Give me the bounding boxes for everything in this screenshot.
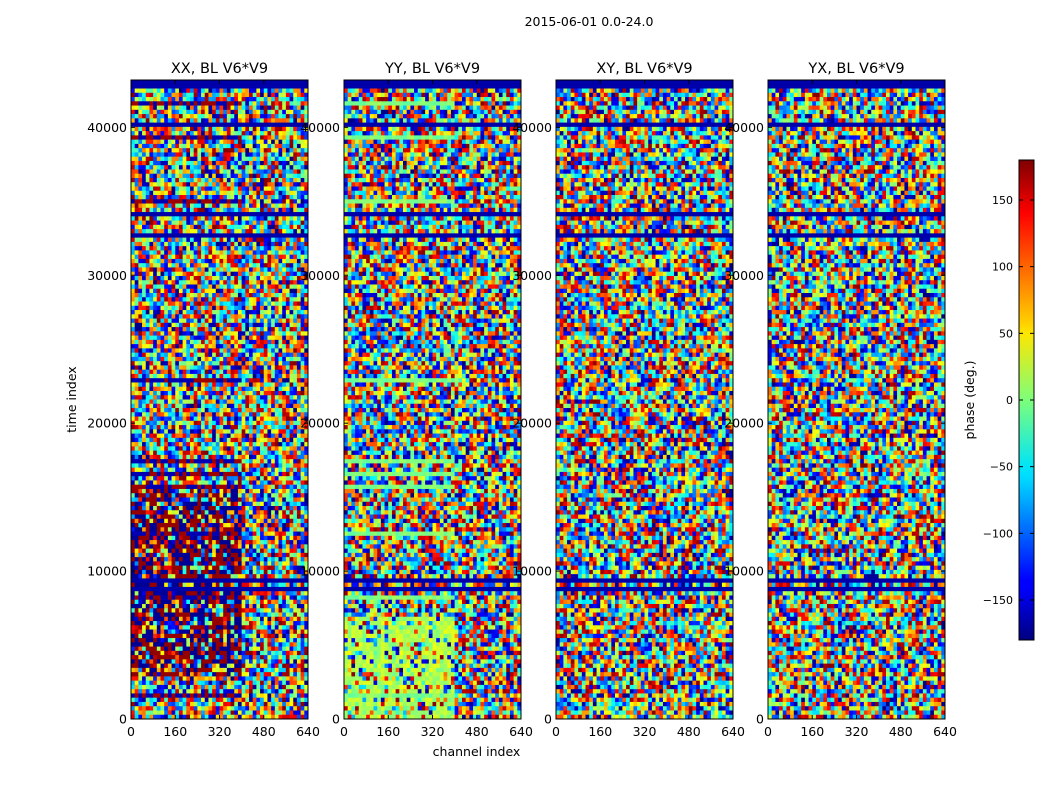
y-axis-label: time index xyxy=(64,366,79,432)
heatmap-panels: XX, BL V6*V9 0 160 320 480 640 0 10000 20000 3000… xyxy=(64,61,957,759)
panel-title: XY, BL V6*V9 xyxy=(596,61,692,77)
panel-title: XX, BL V6*V9 xyxy=(171,61,268,77)
y-tick-label: 40000 xyxy=(87,120,127,135)
y-tick-label: 0 xyxy=(332,712,340,727)
x-tick-label: 0 xyxy=(127,724,135,739)
y-tick-label: 20000 xyxy=(87,416,127,431)
y-tick-label: 30000 xyxy=(724,268,764,283)
y-tick-label: 40000 xyxy=(512,120,552,135)
y-tick-label: 0 xyxy=(756,712,764,727)
x-tick-label: 160 xyxy=(376,724,400,739)
x-tick-label: 640 xyxy=(296,724,320,739)
panel-3: YX, BL V6*V9 0 160 320 480 640 0 10000 20000 3000… xyxy=(724,61,957,739)
panel-title: YX, BL V6*V9 xyxy=(807,61,904,77)
x-tick-label: 0 xyxy=(552,724,560,739)
x-tick-label: 160 xyxy=(588,724,612,739)
x-tick-label: 640 xyxy=(721,724,745,739)
colorbar-tick-label: −100 xyxy=(983,527,1013,540)
y-tick-label: 20000 xyxy=(512,416,552,431)
y-tick-label: 30000 xyxy=(87,268,127,283)
x-tick-label: 640 xyxy=(933,724,957,739)
figure-suptitle: 2015-06-01 0.0-24.0 xyxy=(525,14,654,29)
colorbar-tick-label: 0 xyxy=(1006,394,1013,407)
heatmap-image xyxy=(556,80,734,720)
heatmap-image xyxy=(768,80,946,720)
x-tick-label: 480 xyxy=(465,724,489,739)
colorbar-tick-label: 150 xyxy=(992,194,1013,207)
y-tick-label: 10000 xyxy=(512,564,552,579)
x-tick-label: 160 xyxy=(163,724,187,739)
y-tick-label: 10000 xyxy=(724,564,764,579)
panel-2: XY, BL V6*V9 0 160 320 480 640 0 10000 20000 3000… xyxy=(512,61,745,739)
x-tick-label: 0 xyxy=(340,724,348,739)
x-tick-label: 640 xyxy=(509,724,533,739)
y-tick-label: 20000 xyxy=(724,416,764,431)
x-tick-label: 480 xyxy=(889,724,913,739)
colorbar: 150 100 50 0 −50 −100 −150 phase (deg.) xyxy=(962,159,1035,641)
x-tick-label: 320 xyxy=(633,724,657,739)
y-tick-label: 30000 xyxy=(300,268,340,283)
colorbar-tick-label: 100 xyxy=(992,261,1013,274)
panel-1: YY, BL V6*V9 0 160 320 480 640 0 10000 20000 3000… xyxy=(300,61,533,759)
colorbar-tick-label: 50 xyxy=(999,327,1013,340)
figure: 2015-06-01 0.0-24.0 XX, BL V6*V9 0 160 320 4… xyxy=(64,14,1035,759)
y-tick-label: 40000 xyxy=(300,120,340,135)
y-tick-label: 40000 xyxy=(724,120,764,135)
x-axis-label: channel index xyxy=(433,744,521,759)
colorbar-tick-label: −150 xyxy=(983,594,1013,607)
panel-0: XX, BL V6*V9 0 160 320 480 640 0 10000 20000 3000… xyxy=(64,61,320,739)
panel-title: YY, BL V6*V9 xyxy=(384,61,480,77)
y-tick-label: 20000 xyxy=(300,416,340,431)
x-tick-label: 320 xyxy=(421,724,445,739)
x-tick-label: 320 xyxy=(845,724,869,739)
heatmap-image xyxy=(131,80,309,720)
heatmap-image xyxy=(344,80,522,720)
x-tick-label: 480 xyxy=(677,724,701,739)
y-tick-label: 30000 xyxy=(512,268,552,283)
colorbar-tick-label: −50 xyxy=(990,461,1013,474)
x-tick-label: 0 xyxy=(764,724,772,739)
x-tick-label: 320 xyxy=(208,724,232,739)
y-tick-label: 10000 xyxy=(300,564,340,579)
y-tick-label: 0 xyxy=(544,712,552,727)
y-tick-label: 0 xyxy=(119,712,127,727)
x-tick-label: 160 xyxy=(800,724,824,739)
x-tick-label: 480 xyxy=(252,724,276,739)
y-tick-label: 10000 xyxy=(87,564,127,579)
colorbar-label: phase (deg.) xyxy=(962,361,977,440)
